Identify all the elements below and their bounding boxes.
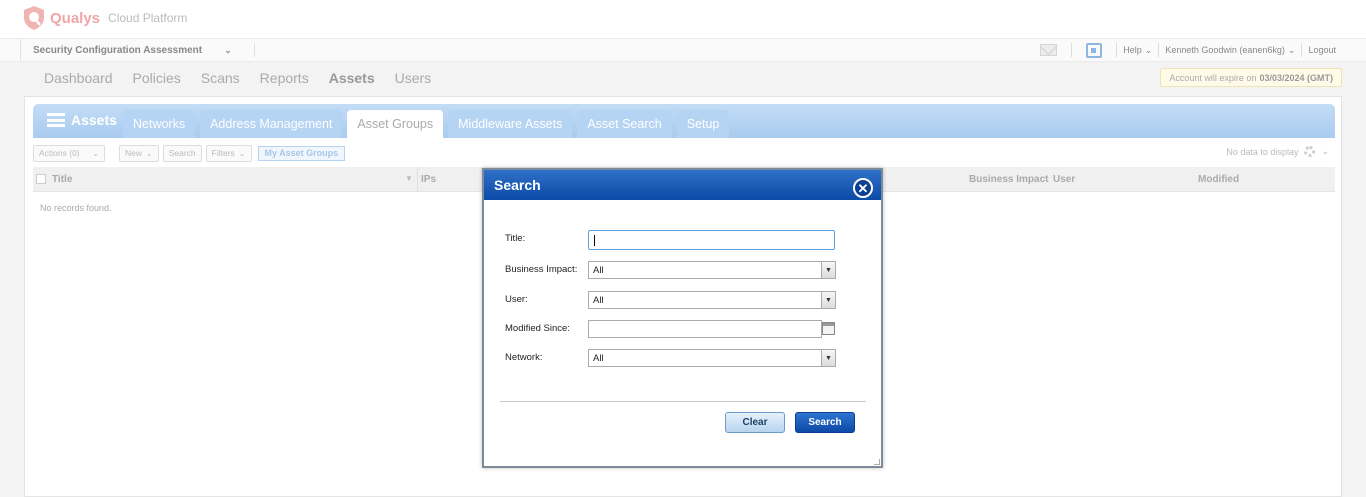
expire-prefix: Account will expire on bbox=[1169, 72, 1257, 83]
expire-date: 03/03/2024 (GMT) bbox=[1259, 72, 1333, 83]
nav-policies[interactable]: Policies bbox=[133, 70, 181, 86]
nav-reports[interactable]: Reports bbox=[260, 70, 309, 86]
business-impact-label: Business Impact: bbox=[505, 264, 578, 275]
title-row: Title: bbox=[484, 230, 881, 250]
column-modified[interactable]: Modified bbox=[1198, 174, 1239, 185]
column-title[interactable]: Title bbox=[52, 174, 72, 185]
divider bbox=[1071, 43, 1073, 57]
help-label: Help bbox=[1123, 45, 1142, 55]
tab-middleware-assets[interactable]: Middleware Assets bbox=[448, 110, 573, 138]
top-header: Qualys Cloud Platform bbox=[0, 0, 1366, 38]
brand-name: Qualys bbox=[50, 9, 101, 27]
new-label: New bbox=[125, 148, 143, 158]
nav-assets[interactable]: Assets bbox=[329, 70, 375, 86]
text-caret bbox=[594, 235, 595, 246]
qr-code-icon[interactable] bbox=[1086, 42, 1103, 58]
business-impact-value: All bbox=[593, 264, 604, 276]
chevron-down-icon: ⌄ bbox=[238, 148, 246, 158]
business-impact-row: Business Impact: All ▼ bbox=[484, 261, 881, 281]
network-row: Network: All ▼ bbox=[484, 349, 881, 369]
clear-button[interactable]: Clear bbox=[725, 412, 785, 433]
sort-down-icon[interactable]: ▼ bbox=[405, 174, 413, 183]
nav-users[interactable]: Users bbox=[395, 70, 432, 86]
utility-bar: Help ⌄ Kenneth Goodwin (eanen6kg) ⌄ Logo… bbox=[1040, 39, 1342, 61]
network-label: Network: bbox=[505, 352, 543, 363]
nav-dashboard[interactable]: Dashboard bbox=[44, 70, 113, 86]
title-label: Title: bbox=[505, 233, 526, 244]
modified-since-input[interactable] bbox=[588, 320, 822, 338]
chevron-down-icon: ⌄ bbox=[1287, 44, 1296, 55]
divider bbox=[254, 43, 255, 57]
modified-since-label: Modified Since: bbox=[505, 323, 570, 334]
tab-bar: Assets Networks Address Management Asset… bbox=[33, 104, 1335, 138]
chevron-down-icon[interactable]: ▼ bbox=[821, 262, 835, 278]
resize-handle[interactable] bbox=[874, 459, 880, 465]
tab-asset-groups[interactable]: Asset Groups bbox=[347, 110, 444, 138]
sub-header: Security Configuration Assessment ⌄ Help… bbox=[0, 38, 1366, 62]
qualys-logo[interactable]: Qualys Cloud Platform bbox=[22, 5, 187, 31]
chevron-down-icon[interactable]: ▼ bbox=[821, 350, 835, 366]
module-label: Security Configuration Assessment bbox=[33, 44, 203, 56]
empty-message: No records found. bbox=[40, 203, 112, 213]
filters-label: Filters bbox=[211, 148, 235, 158]
actions-label: Actions (0) bbox=[39, 148, 80, 158]
user-row: User: All ▼ bbox=[484, 291, 881, 311]
my-asset-groups-filter[interactable]: My Asset Groups bbox=[257, 145, 346, 161]
chevron-down-icon: ⌄ bbox=[1144, 44, 1153, 55]
network-value: All bbox=[593, 352, 604, 364]
select-all-checkbox[interactable] bbox=[36, 174, 46, 184]
help-menu[interactable]: Help ⌄ bbox=[1117, 45, 1158, 56]
section-title-label: Assets bbox=[71, 112, 117, 128]
brand-sub: Cloud Platform bbox=[108, 11, 188, 25]
dialog-title: Search bbox=[494, 177, 541, 193]
chevron-down-icon[interactable]: ⌄ bbox=[1321, 146, 1329, 157]
new-button[interactable]: New ⌄ bbox=[119, 144, 159, 162]
tab-setup[interactable]: Setup bbox=[676, 110, 730, 138]
chevron-down-icon: ⌄ bbox=[146, 148, 153, 158]
no-data-label: No data to display bbox=[1226, 146, 1299, 157]
search-button[interactable]: Search bbox=[162, 144, 202, 162]
mail-icon[interactable] bbox=[1040, 44, 1058, 56]
search-submit-button[interactable]: Search bbox=[795, 412, 855, 433]
chevron-down-icon: ⌄ bbox=[92, 148, 99, 158]
list-icon bbox=[47, 113, 65, 127]
calendar-icon[interactable] bbox=[822, 322, 835, 335]
divider bbox=[417, 167, 418, 192]
user-label: User: bbox=[505, 294, 528, 305]
nav-scans[interactable]: Scans bbox=[201, 70, 240, 86]
column-user[interactable]: User bbox=[1053, 174, 1075, 185]
tab-address-management[interactable]: Address Management bbox=[200, 110, 343, 138]
user-value: All bbox=[593, 294, 604, 306]
title-input[interactable] bbox=[588, 230, 835, 250]
column-ips[interactable]: IPs bbox=[421, 174, 436, 185]
account-expire-badge: Account will expire on 03/03/2024 (GMT) bbox=[1160, 68, 1342, 87]
module-selector[interactable]: Security Configuration Assessment ⌄ bbox=[20, 39, 255, 61]
gear-icon[interactable] bbox=[1304, 146, 1316, 157]
tab-networks[interactable]: Networks bbox=[123, 110, 196, 138]
user-select[interactable]: All ▼ bbox=[588, 291, 836, 309]
user-menu[interactable]: Kenneth Goodwin (eanen6kg) ⌄ bbox=[1159, 45, 1301, 56]
chevron-down-icon[interactable]: ▼ bbox=[821, 292, 835, 308]
toolbar: Actions (0) ⌄ New ⌄ Search Filters ⌄ My … bbox=[33, 143, 1335, 163]
column-business-impact[interactable]: Business Impact bbox=[969, 174, 1048, 185]
modified-since-row: Modified Since: bbox=[484, 320, 881, 340]
tabs: Networks Address Management Asset Groups… bbox=[123, 110, 730, 138]
dialog-title-bar[interactable]: Search ✕ bbox=[484, 170, 881, 200]
close-icon[interactable]: ✕ bbox=[853, 178, 873, 198]
search-dialog: Search ✕ Title: Business Impact: All ▼ U… bbox=[482, 168, 883, 468]
logout-link[interactable]: Logout bbox=[1302, 45, 1342, 55]
qualys-shield-icon bbox=[24, 6, 44, 30]
user-label: Kenneth Goodwin (eanen6kg) bbox=[1165, 45, 1285, 55]
tab-asset-search[interactable]: Asset Search bbox=[577, 110, 672, 138]
main-nav: Dashboard Policies Scans Reports Assets … bbox=[44, 70, 431, 86]
network-select[interactable]: All ▼ bbox=[588, 349, 836, 367]
filters-button[interactable]: Filters ⌄ bbox=[205, 144, 252, 162]
business-impact-select[interactable]: All ▼ bbox=[588, 261, 836, 279]
chevron-down-icon: ⌄ bbox=[224, 44, 232, 55]
dialog-divider bbox=[500, 401, 866, 402]
pager-status: No data to display ⌄ bbox=[1226, 146, 1329, 157]
section-title: Assets bbox=[47, 112, 117, 128]
actions-button[interactable]: Actions (0) ⌄ bbox=[33, 144, 105, 162]
